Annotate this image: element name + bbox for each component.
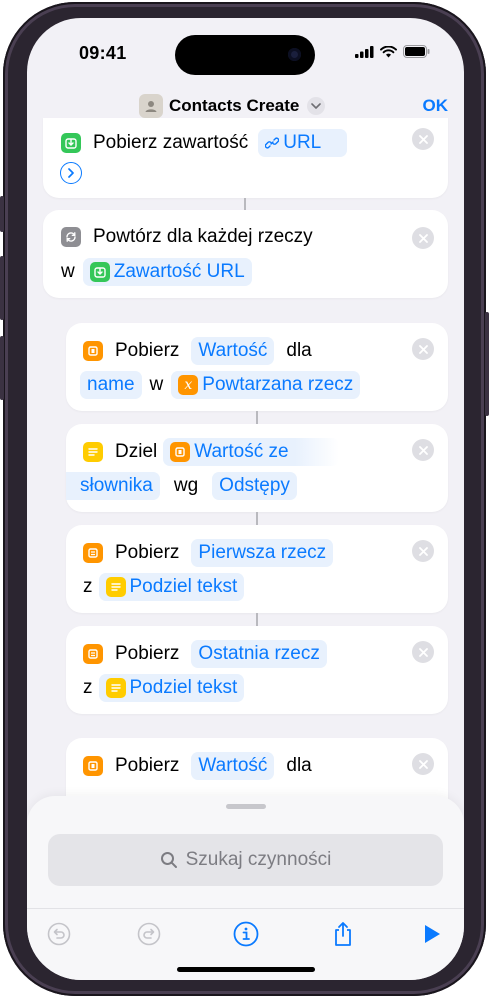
chevron-right-icon [68,168,74,178]
split-text-token[interactable]: Podziel tekst [98,674,245,702]
editor-toolbar [27,908,464,958]
text-icon [105,577,126,597]
shortcut-title-button[interactable]: Contacts Create [139,94,326,118]
remove-action-button[interactable] [412,338,434,360]
run-button[interactable] [417,919,447,949]
side-button-left-3 [0,336,4,400]
remove-action-button[interactable] [412,753,434,775]
status-icons [355,45,430,58]
dictionary-icon [83,341,103,361]
expand-chevron-button[interactable] [60,162,82,184]
split-text-token[interactable]: Podziel tekst [98,573,245,601]
search-placeholder: Szukaj czynności [185,849,332,870]
search-field[interactable]: Szukaj czynności [48,834,443,886]
contacts-app-icon [139,94,163,118]
undo-icon [47,922,71,946]
separator-token[interactable]: Odstępy [212,472,297,500]
action-card-get-value[interactable]: Pobierz Wartość dla name w x Powtarzana … [66,323,448,411]
remove-action-button[interactable] [412,439,434,461]
download-icon [61,133,81,153]
undo-button[interactable] [44,919,74,949]
flow-connector [256,411,258,425]
list-icon [83,543,103,563]
text-icon [105,678,126,698]
remove-action-button[interactable] [412,128,434,150]
action-search-sheet: Szukaj czynności [27,796,464,980]
dictionary-value-token-cont[interactable]: słownika [66,472,160,500]
download-icon [89,262,110,282]
info-icon [233,921,259,947]
dictionary-icon [170,442,191,462]
action-card-get-first-item[interactable]: Pobierz Pierwsza rzecz z Podziel tekst [66,525,448,613]
link-icon [265,137,280,149]
remove-action-button[interactable] [412,227,434,249]
repeat-icon [61,227,81,247]
camera-icon [288,48,301,61]
status-time: 09:41 [79,43,127,63]
close-icon [418,344,428,354]
status-bar: 09:41 [27,18,464,88]
battery-icon [403,45,430,58]
url-token[interactable]: URL [258,129,348,157]
redo-button[interactable] [134,919,164,949]
home-indicator [177,967,315,972]
repeat-item-token[interactable]: x Powtarzana rzecz [171,371,361,399]
close-icon [418,445,428,455]
variable-icon: x [178,375,199,395]
remove-action-button[interactable] [412,540,434,562]
info-button[interactable] [231,919,261,949]
share-icon [335,922,351,946]
close-icon [418,647,428,657]
value-token[interactable]: Wartość [191,752,275,780]
value-token[interactable]: Wartość [191,337,275,365]
share-button[interactable] [328,919,358,949]
action-label: Pobierz zawartość [93,132,249,153]
last-item-token[interactable]: Ostatnia rzecz [191,640,327,668]
shortcut-title: Contacts Create [169,96,300,115]
url-contents-token[interactable]: Zawartość URL [82,258,252,286]
action-card-get-last-item[interactable]: Pobierz Ostatnia rzecz z Podziel tekst [66,626,448,714]
side-button-right [485,312,489,416]
close-icon [418,134,428,144]
close-icon [418,759,428,769]
close-icon [418,546,428,556]
chevron-down-icon [307,97,326,115]
key-token[interactable]: name [80,371,142,399]
play-icon [425,925,440,943]
action-label: Powtórz dla każdej rzeczy [93,226,313,247]
wifi-icon [380,45,397,57]
flow-connector [256,512,258,526]
dictionary-icon [83,756,103,776]
ok-button[interactable]: OK [423,96,449,116]
cellular-signal-icon [355,45,374,58]
screen: 09:41 Contacts Create OK Pobierz zawarto… [27,18,464,980]
side-button-left-2 [0,256,4,320]
action-card-get-contents[interactable]: Pobierz zawartość URL [43,118,448,198]
first-item-token[interactable]: Pierwsza rzecz [191,539,334,567]
close-icon [418,233,428,243]
dynamic-island [175,35,315,75]
text-icon [83,442,103,462]
flow-connector [256,613,258,627]
action-card-repeat-each[interactable]: Powtórz dla każdej rzeczy w Zawartość UR… [43,210,448,298]
remove-action-button[interactable] [412,641,434,663]
search-icon [160,852,177,868]
redo-icon [137,922,161,946]
sheet-grabber[interactable] [226,804,266,809]
dictionary-value-token[interactable]: Wartość ze [163,438,339,466]
list-icon [83,644,103,664]
action-card-split-text[interactable]: Dziel Wartość ze słownika wg Odstępy [66,424,448,512]
side-button-left-1 [0,196,4,232]
